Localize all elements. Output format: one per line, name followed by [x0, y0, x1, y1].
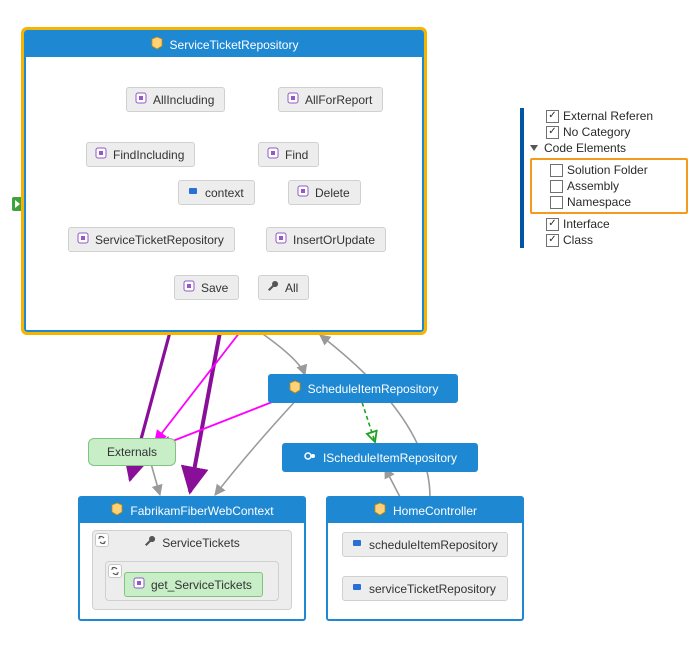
node-externals[interactable]: Externals — [88, 438, 176, 466]
legend-row-assembly[interactable]: Assembly — [534, 178, 684, 194]
panel-title-text: ServiceTicketRepository — [170, 38, 299, 52]
node-label: Find — [285, 148, 308, 162]
node-service-ticket-repository-field[interactable]: serviceTicketRepository — [342, 576, 508, 601]
node-find[interactable]: Find — [258, 142, 319, 167]
method-icon — [275, 232, 287, 247]
node-all-for-report[interactable]: AllForReport — [278, 87, 383, 112]
panel-fabrikam-fiber-web-context[interactable]: FabrikamFiberWebContext ServiceTickets g… — [78, 496, 306, 621]
field-icon — [351, 581, 363, 596]
legend-label: No Category — [563, 125, 630, 139]
method-icon — [267, 147, 279, 162]
node-delete[interactable]: Delete — [288, 180, 361, 205]
node-insert-or-update[interactable]: InsertOrUpdate — [266, 227, 386, 252]
node-label: scheduleItemRepository — [369, 538, 498, 552]
node-label: get_ServiceTickets — [151, 578, 252, 592]
panel-title: HomeController — [328, 498, 522, 523]
collapse-icon[interactable] — [108, 564, 122, 578]
class-icon — [373, 502, 387, 519]
class-icon — [150, 36, 164, 53]
method-icon — [77, 232, 89, 247]
panel-home-controller[interactable]: HomeController scheduleItemRepository se… — [326, 496, 524, 621]
wrench-icon — [144, 535, 156, 550]
collapse-icon[interactable] — [95, 533, 109, 547]
interface-icon — [303, 449, 317, 466]
checkbox-icon[interactable] — [550, 164, 563, 177]
legend-label: Assembly — [567, 179, 619, 193]
checkbox-icon[interactable]: ✓ — [546, 218, 559, 231]
panel-service-ticket-repository[interactable]: ServiceTicketRepository AllIncluding All… — [24, 30, 424, 332]
legend-label: Code Elements — [544, 141, 626, 155]
node-save[interactable]: Save — [174, 275, 239, 300]
panel-ischedule-item-repository[interactable]: IScheduleItemRepository — [282, 443, 478, 472]
legend-group-code-elements[interactable]: Code Elements — [530, 140, 688, 156]
method-icon — [287, 92, 299, 107]
node-label: Save — [201, 281, 228, 295]
legend-label: External Referen — [563, 109, 653, 123]
panel-title: ScheduleItemRepository — [270, 376, 456, 401]
node-label: AllIncluding — [153, 93, 214, 107]
checkbox-icon[interactable]: ✓ — [546, 126, 559, 139]
legend-highlighted-group: Solution Folder Assembly Namespace — [530, 158, 688, 214]
legend-row-no-category[interactable]: ✓ No Category — [530, 124, 688, 140]
legend-label: Interface — [563, 217, 610, 231]
node-service-ticket-repository-ctor[interactable]: ServiceTicketRepository — [68, 227, 235, 252]
checkbox-icon[interactable]: ✓ — [546, 110, 559, 123]
method-icon — [135, 92, 147, 107]
subpanel-text: ServiceTickets — [162, 536, 240, 550]
panel-title-text: FabrikamFiberWebContext — [130, 504, 273, 518]
method-icon — [133, 577, 145, 592]
legend-row-external-referen[interactable]: ✓ External Referen — [530, 108, 688, 124]
node-label: All — [285, 281, 298, 295]
node-label: serviceTicketRepository — [369, 582, 496, 596]
node-label: AllForReport — [305, 93, 372, 107]
subpanel-service-tickets[interactable]: ServiceTickets get_ServiceTickets — [92, 530, 292, 610]
legend-panel: ✓ External Referen ✓ No Category Code El… — [520, 108, 688, 248]
node-label: Externals — [107, 445, 157, 459]
legend-row-class[interactable]: ✓ Class — [530, 232, 688, 248]
panel-title-text: ScheduleItemRepository — [308, 382, 439, 396]
node-label: Delete — [315, 186, 350, 200]
class-icon — [110, 502, 124, 519]
method-icon — [183, 280, 195, 295]
checkbox-icon[interactable] — [550, 196, 563, 209]
field-icon — [187, 185, 199, 200]
node-get-service-tickets[interactable]: get_ServiceTickets — [124, 572, 263, 597]
wrench-icon — [267, 280, 279, 295]
checkbox-icon[interactable]: ✓ — [546, 234, 559, 247]
legend-row-interface[interactable]: ✓ Interface — [530, 216, 688, 232]
node-label: context — [205, 186, 244, 200]
panel-title-text: IScheduleItemRepository — [323, 451, 457, 465]
expand-handle[interactable] — [12, 197, 23, 211]
subpanel-label: ServiceTickets — [93, 531, 291, 554]
method-icon — [297, 185, 309, 200]
subpanel-get-service-tickets[interactable]: get_ServiceTickets — [105, 561, 279, 601]
node-label: ServiceTicketRepository — [95, 233, 224, 247]
node-context[interactable]: context — [178, 180, 255, 205]
panel-schedule-item-repository[interactable]: ScheduleItemRepository — [268, 374, 458, 403]
panel-title-text: HomeController — [393, 504, 477, 518]
checkbox-icon[interactable] — [550, 180, 563, 193]
method-icon — [95, 147, 107, 162]
legend-label: Namespace — [567, 195, 631, 209]
expand-triangle-icon[interactable] — [530, 145, 538, 151]
field-icon — [351, 537, 363, 552]
legend-row-solution-folder[interactable]: Solution Folder — [534, 162, 684, 178]
class-icon — [288, 380, 302, 397]
node-all-including[interactable]: AllIncluding — [126, 87, 225, 112]
legend-label: Solution Folder — [567, 163, 648, 177]
legend-label: Class — [563, 233, 593, 247]
panel-title: IScheduleItemRepository — [284, 445, 476, 470]
node-label: FindIncluding — [113, 148, 184, 162]
panel-title: ServiceTicketRepository — [26, 32, 422, 57]
node-all[interactable]: All — [258, 275, 309, 300]
legend-row-namespace[interactable]: Namespace — [534, 194, 684, 210]
node-find-including[interactable]: FindIncluding — [86, 142, 195, 167]
panel-title: FabrikamFiberWebContext — [80, 498, 304, 523]
node-schedule-item-repository-field[interactable]: scheduleItemRepository — [342, 532, 508, 557]
node-label: InsertOrUpdate — [293, 233, 375, 247]
